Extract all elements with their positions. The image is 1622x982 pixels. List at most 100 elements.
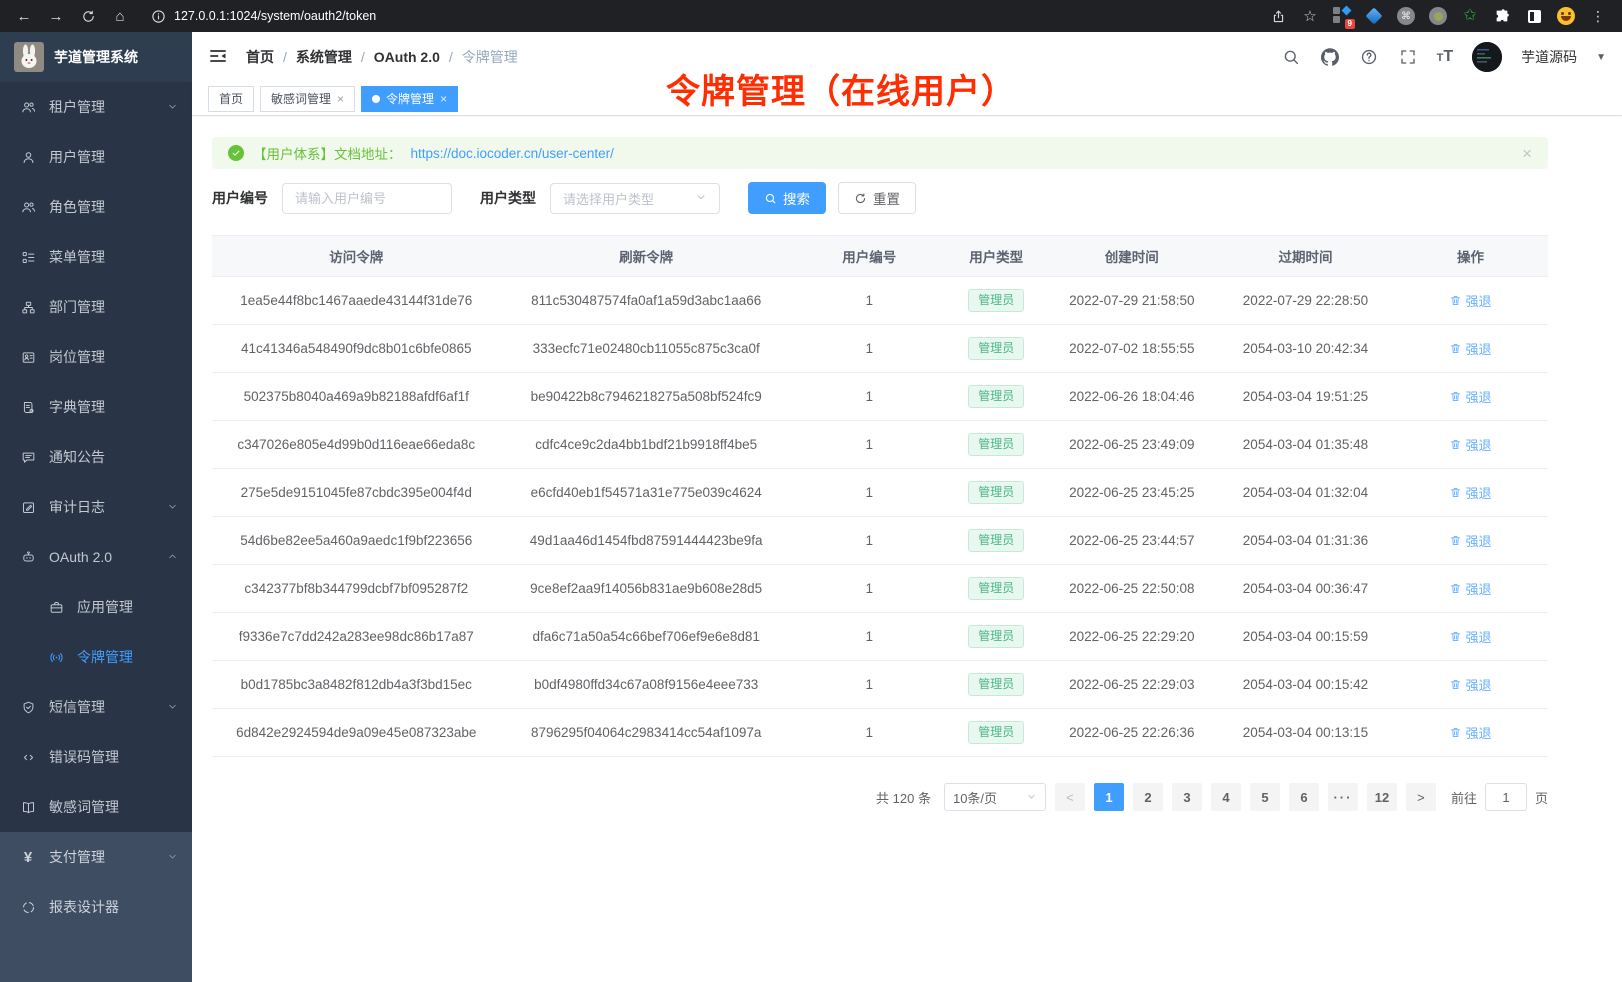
- help-button[interactable]: [1359, 47, 1379, 67]
- font-size-button[interactable]: TT: [1437, 48, 1454, 66]
- force-logout-link[interactable]: 强退: [1449, 579, 1491, 598]
- extension-gem-icon[interactable]: [1362, 4, 1386, 28]
- reset-button[interactable]: 重置: [838, 182, 916, 214]
- username-label[interactable]: 芋道源码: [1521, 47, 1577, 67]
- extension-record-icon[interactable]: [1426, 4, 1450, 28]
- force-logout-link[interactable]: 强退: [1449, 339, 1491, 358]
- force-logout-link[interactable]: 强退: [1449, 483, 1491, 502]
- breadcrumb-current: 令牌管理: [462, 47, 518, 67]
- edit-square-icon: [20, 499, 36, 515]
- cell-access-token: b0d1785bc3a8482f812db4a3f3bd15ec: [212, 677, 501, 692]
- sidebar-item-audit-log[interactable]: 审计日志: [0, 482, 192, 532]
- sidebar-item-notice[interactable]: 通知公告: [0, 432, 192, 482]
- tab-home[interactable]: 首页: [208, 86, 254, 112]
- doc-link[interactable]: https://doc.iocoder.cn/user-center/: [411, 146, 614, 161]
- page-button-4[interactable]: 4: [1211, 783, 1241, 811]
- goto-page-input[interactable]: [1485, 783, 1527, 811]
- force-logout-link[interactable]: 强退: [1449, 291, 1491, 310]
- sidebar-item-sensitive-word[interactable]: 敏感词管理: [0, 782, 192, 832]
- sidebar-item-pay[interactable]: ¥支付管理: [0, 832, 192, 882]
- page-button-12[interactable]: 12: [1367, 783, 1397, 811]
- sidebar-item-sms[interactable]: 短信管理: [0, 682, 192, 732]
- user-id-input[interactable]: [282, 183, 452, 214]
- table-row: c342377bf8b344799dcbf7bf095287f29ce8ef2a…: [212, 565, 1548, 613]
- fullscreen-button[interactable]: [1398, 47, 1418, 67]
- cell-access-token: 54d6be82ee5a460a9aedc1f9bf223656: [212, 533, 501, 548]
- browser-refresh-button[interactable]: [76, 4, 100, 28]
- app-logo-rabbit-image: [14, 42, 44, 72]
- extension-star-icon[interactable]: ✩: [1458, 4, 1482, 28]
- breadcrumb-home[interactable]: 首页: [246, 47, 274, 67]
- sidebar-item-report[interactable]: 报表设计器: [0, 882, 192, 932]
- close-icon[interactable]: ×: [337, 93, 344, 105]
- goto-page-group: 前往 页: [1451, 783, 1548, 811]
- search-button[interactable]: [1281, 47, 1301, 67]
- sidebar-item-dict[interactable]: 字典管理: [0, 382, 192, 432]
- close-icon[interactable]: ×: [440, 93, 447, 105]
- page-button-1[interactable]: 1: [1094, 783, 1124, 811]
- cell-user-id: 1: [792, 389, 947, 404]
- prev-page-button[interactable]: <: [1055, 783, 1085, 811]
- close-icon[interactable]: ×: [1522, 145, 1532, 162]
- breadcrumb-oauth2[interactable]: OAuth 2.0: [374, 49, 440, 65]
- tab-split-icon[interactable]: [1522, 4, 1546, 28]
- page-button-2[interactable]: 2: [1133, 783, 1163, 811]
- force-logout-link[interactable]: 强退: [1449, 675, 1491, 694]
- tab-sensitive-word[interactable]: 敏感词管理×: [260, 86, 355, 112]
- extensions-puzzle-icon[interactable]: [1490, 4, 1514, 28]
- browser-home-button[interactable]: ⌂: [108, 4, 132, 28]
- cell-expire-time: 2022-07-29 22:28:50: [1218, 293, 1393, 308]
- force-logout-link[interactable]: 强退: [1449, 387, 1491, 406]
- bookmark-star-button[interactable]: ☆: [1298, 4, 1322, 28]
- table-row: 502375b8040a469a9b82188afdf6af1fbe90422b…: [212, 373, 1548, 421]
- user-type-label: 用户类型: [480, 188, 536, 208]
- sidebar-item-oauth2[interactable]: OAuth 2.0: [0, 532, 192, 582]
- address-bar[interactable]: 127.0.0.1:1024/system/oauth2/token: [140, 4, 1258, 28]
- site-info-icon[interactable]: [150, 4, 166, 28]
- sidebar-item-user[interactable]: 用户管理: [0, 132, 192, 182]
- sidebar-item-tenant[interactable]: 租户管理: [0, 82, 192, 132]
- user-avatar[interactable]: [1472, 42, 1502, 72]
- table-body: 1ea5e44f8bc1467aaede43144f31de76811c5304…: [212, 277, 1548, 757]
- browser-profile-avatar[interactable]: [1554, 4, 1578, 28]
- extension-blocks-icon[interactable]: 9: [1330, 4, 1354, 28]
- force-logout-link[interactable]: 强退: [1449, 627, 1491, 646]
- browser-menu-button[interactable]: ⋮: [1586, 4, 1610, 28]
- page-button-3[interactable]: 3: [1172, 783, 1202, 811]
- extension-command-icon[interactable]: ⌘: [1394, 4, 1418, 28]
- browser-forward-button[interactable]: →: [44, 4, 68, 28]
- cell-created-time: 2022-06-25 22:26:36: [1046, 725, 1218, 740]
- next-page-button[interactable]: >: [1406, 783, 1436, 811]
- sidebar-item-oauth2-app[interactable]: 应用管理: [0, 582, 192, 632]
- github-button[interactable]: [1320, 47, 1340, 67]
- force-logout-link[interactable]: 强退: [1449, 531, 1491, 550]
- sidebar-item-dept[interactable]: 部门管理: [0, 282, 192, 332]
- cell-created-time: 2022-06-25 23:49:09: [1046, 437, 1218, 452]
- breadcrumb-system[interactable]: 系统管理: [296, 47, 352, 67]
- user-type-tag: 管理员: [968, 337, 1024, 360]
- cell-user-id: 1: [792, 437, 947, 452]
- sidebar-item-post[interactable]: 岗位管理: [0, 332, 192, 382]
- page-size-select[interactable]: 10条/页: [944, 783, 1046, 811]
- share-button[interactable]: [1266, 4, 1290, 28]
- sidebar-bottom-section: ¥支付管理报表设计器: [0, 832, 192, 982]
- code-icon: [20, 749, 36, 765]
- sidebar-item-label: 租户管理: [49, 97, 105, 117]
- sidebar-item-menu[interactable]: 菜单管理: [0, 232, 192, 282]
- force-logout-link[interactable]: 强退: [1449, 435, 1491, 454]
- force-logout-link[interactable]: 强退: [1449, 723, 1491, 742]
- tab-token[interactable]: 令牌管理×: [361, 86, 458, 112]
- app-logo-bar[interactable]: 芋道管理系统: [0, 32, 192, 82]
- page-button-6[interactable]: 6: [1289, 783, 1319, 811]
- chevron-down-icon[interactable]: ▼: [1596, 52, 1606, 63]
- user-type-select[interactable]: 请选择用户类型: [550, 183, 720, 214]
- browser-back-button[interactable]: ←: [12, 4, 36, 28]
- user-type-tag: 管理员: [968, 385, 1024, 408]
- sidebar-item-oauth2-token[interactable]: 令牌管理: [0, 632, 192, 682]
- sidebar-item-error-code[interactable]: 错误码管理: [0, 732, 192, 782]
- search-submit-button[interactable]: 搜索: [748, 182, 826, 214]
- sidebar-item-role[interactable]: 角色管理: [0, 182, 192, 232]
- page-button-5[interactable]: 5: [1250, 783, 1280, 811]
- page-ellipsis[interactable]: ···: [1328, 783, 1358, 811]
- sidebar-collapse-button[interactable]: [208, 46, 230, 68]
